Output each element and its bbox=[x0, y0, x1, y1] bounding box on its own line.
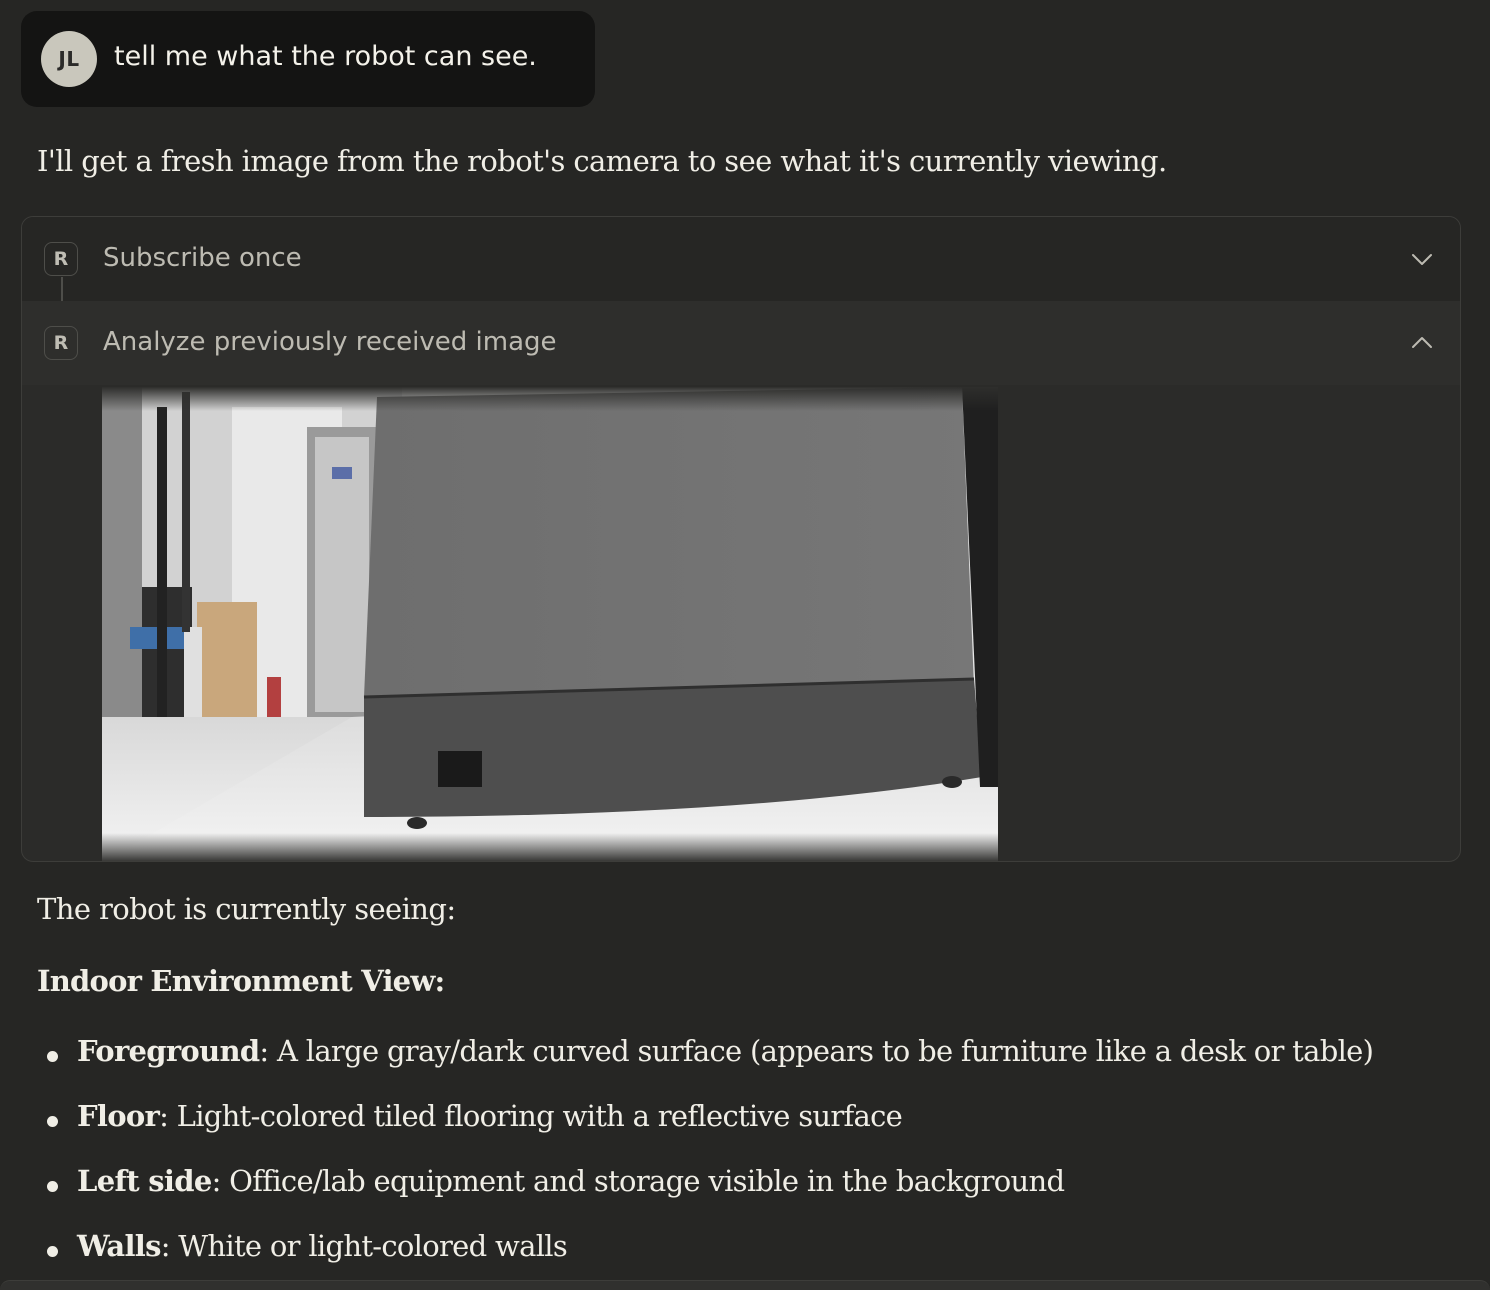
robot-tool-icon: R bbox=[44, 326, 78, 360]
tool-call-subscribe-once[interactable]: R Subscribe once bbox=[22, 217, 1460, 301]
list-item-text: : Office/lab equipment and storage visib… bbox=[211, 1164, 1065, 1198]
bullet-icon bbox=[47, 1116, 58, 1127]
list-item: Foreground: A large gray/dark curved sur… bbox=[37, 1034, 1374, 1099]
list-item: Left side: Office/lab equipment and stor… bbox=[37, 1164, 1373, 1229]
chevron-down-icon[interactable] bbox=[1410, 247, 1434, 271]
list-item-text: : A large gray/dark curved surface (appe… bbox=[259, 1034, 1374, 1068]
bullet-icon bbox=[47, 1181, 58, 1192]
user-message-bubble: JL tell me what the robot can see. bbox=[21, 11, 595, 107]
robot-camera-image[interactable] bbox=[102, 387, 998, 862]
list-item-text: : White or light-colored walls bbox=[160, 1229, 568, 1263]
tool-call-analyze-image[interactable]: R Analyze previously received image bbox=[22, 301, 1460, 385]
observation-list: Foreground: A large gray/dark curved sur… bbox=[37, 1034, 1374, 1290]
robot-tool-icon: R bbox=[44, 242, 78, 276]
tool-calls-panel: R Subscribe once R Analyze previously re… bbox=[21, 216, 1461, 862]
list-item-term: Walls bbox=[77, 1229, 161, 1263]
bullet-icon bbox=[47, 1051, 58, 1062]
tool-call-label: Subscribe once bbox=[103, 243, 302, 273]
bullet-icon bbox=[47, 1246, 58, 1257]
assistant-intro-text: I'll get a fresh image from the robot's … bbox=[37, 144, 1167, 178]
list-item-term: Foreground bbox=[77, 1034, 260, 1068]
input-area-edge bbox=[0, 1280, 1490, 1290]
summary-intro-text: The robot is currently seeing: bbox=[37, 892, 456, 926]
user-avatar[interactable]: JL bbox=[41, 31, 97, 87]
tool-call-label: Analyze previously received image bbox=[103, 327, 557, 357]
user-message-text: tell me what the robot can see. bbox=[114, 41, 537, 72]
list-item-term: Floor bbox=[77, 1099, 160, 1133]
list-item-text: : Light-colored tiled flooring with a re… bbox=[159, 1099, 903, 1133]
list-item-term: Left side bbox=[77, 1164, 212, 1198]
chevron-up-icon[interactable] bbox=[1410, 331, 1434, 355]
summary-heading: Indoor Environment View: bbox=[37, 964, 445, 998]
list-item: Floor: Light-colored tiled flooring with… bbox=[37, 1099, 1373, 1164]
